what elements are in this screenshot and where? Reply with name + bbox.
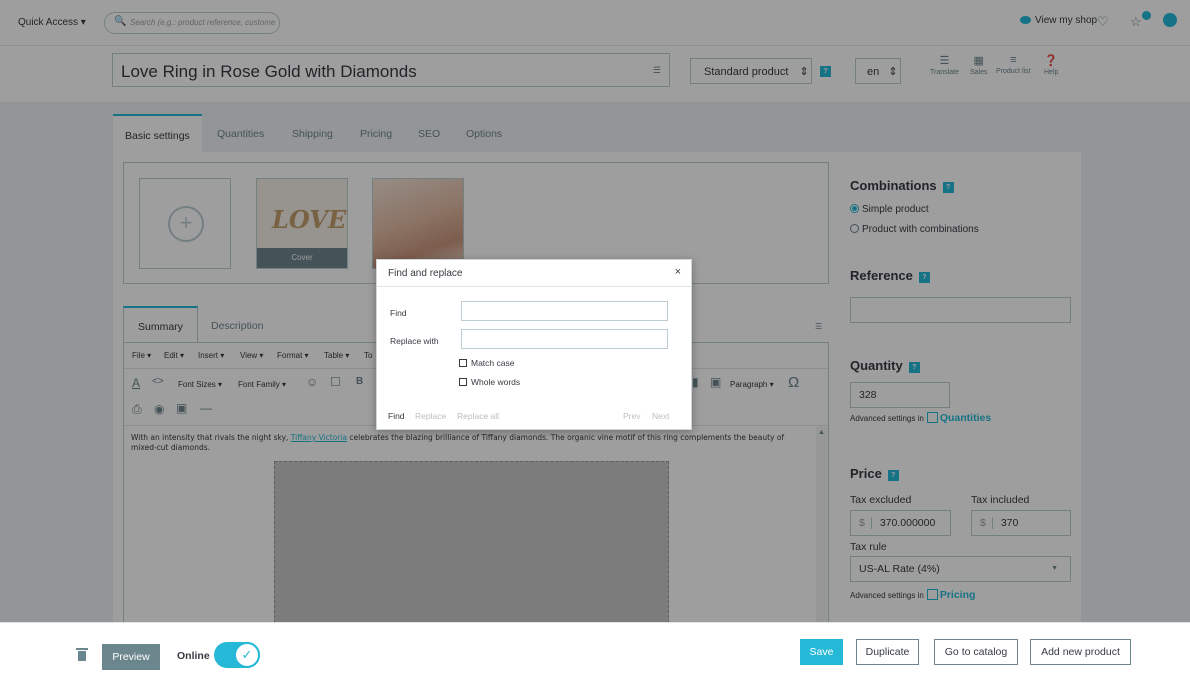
find-input[interactable] bbox=[461, 301, 668, 321]
match-case-checkbox[interactable]: Match case bbox=[459, 358, 514, 368]
whole-words-label: Whole words bbox=[471, 377, 521, 387]
online-toggle[interactable]: ✓ bbox=[214, 642, 260, 668]
checkbox-icon bbox=[459, 359, 467, 367]
preview-button[interactable]: Preview bbox=[102, 644, 160, 670]
replace-button[interactable]: Replace bbox=[415, 411, 446, 421]
find-label: Find bbox=[390, 308, 407, 318]
dialog-header: Find and replace × bbox=[377, 260, 691, 287]
online-label: Online bbox=[177, 650, 210, 662]
replace-input[interactable] bbox=[461, 329, 668, 349]
close-icon[interactable]: × bbox=[675, 266, 681, 278]
checkbox-icon bbox=[459, 378, 467, 386]
dialog-title: Find and replace bbox=[388, 268, 463, 279]
footer-bar: Preview Online ✓ Save Duplicate Go to ca… bbox=[0, 622, 1190, 677]
duplicate-button[interactable]: Duplicate bbox=[856, 639, 919, 665]
go-to-catalog-button[interactable]: Go to catalog bbox=[934, 639, 1018, 665]
prev-button[interactable]: Prev bbox=[623, 411, 640, 421]
replace-all-button[interactable]: Replace all bbox=[457, 411, 499, 421]
trash-icon[interactable] bbox=[76, 648, 88, 661]
check-icon: ✓ bbox=[234, 642, 260, 668]
whole-words-checkbox[interactable]: Whole words bbox=[459, 377, 520, 387]
next-button[interactable]: Next bbox=[652, 411, 669, 421]
find-button[interactable]: Find bbox=[388, 411, 405, 421]
add-new-product-button[interactable]: Add new product bbox=[1030, 639, 1131, 665]
replace-label: Replace with bbox=[390, 336, 439, 346]
find-replace-dialog: Find and replace × Find Replace with Mat… bbox=[376, 259, 692, 430]
save-button[interactable]: Save bbox=[800, 639, 843, 665]
match-case-label: Match case bbox=[471, 358, 515, 368]
